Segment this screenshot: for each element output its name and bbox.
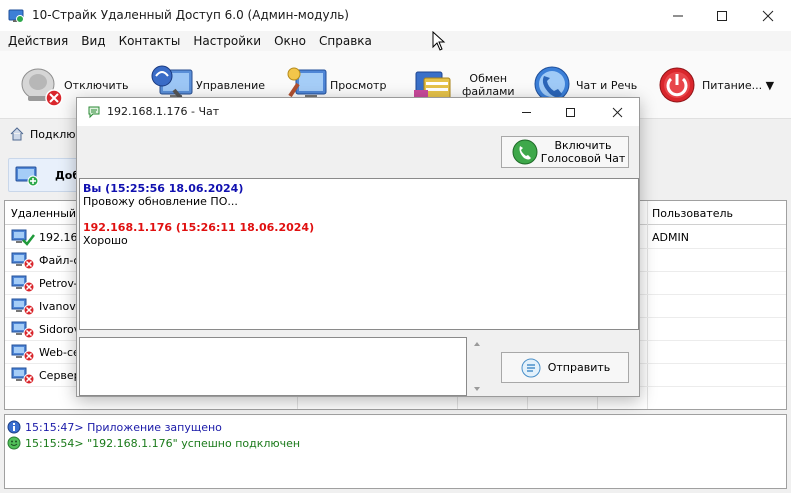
home-icon [10,127,24,141]
event-log: 15:15:47> Приложение запущено 15:15:54> … [4,414,787,489]
chat-input[interactable] [79,337,467,396]
minimize-icon [673,15,683,16]
send-button[interactable]: Отправить [501,352,629,383]
connections-label[interactable]: Подклю [30,128,76,141]
phone-icon [512,139,538,165]
maximize-button[interactable] [699,0,745,31]
chat-titlebar: 192.168.1.176 - Чат [77,98,639,126]
offline-computer-icon [11,298,35,316]
connected-computer-icon [11,229,35,247]
window-title: 10-Страйк Удаленный Доступ 6.0 (Админ-мо… [32,8,349,22]
row-name: Ivanov- [39,300,80,313]
row-user: ADMIN [652,231,689,244]
menu-help[interactable]: Справка [319,34,372,48]
power-label: Питание... ▼ [702,78,775,92]
minimize-icon [521,111,531,113]
maximize-icon [565,107,575,117]
file-exchange-label: Обмен файлами [462,72,515,98]
voice-chat-label: Включить Голосовой Чат [538,139,628,165]
voice-chat-label-line2: Голосовой Чат [540,152,626,165]
menu-contacts[interactable]: Контакты [119,34,181,48]
log-text: 15:15:47> Приложение запущено [25,420,222,434]
maximize-icon [717,10,727,21]
view-label: Просмотр [330,78,387,92]
column-header-user[interactable]: Пользователь [652,207,733,220]
disconnect-label: Отключить [64,78,129,92]
info-icon [7,420,21,434]
chat-history: Вы (15:25:56 18.06.2024) Провожу обновле… [79,178,639,330]
chat-minimize-button[interactable] [504,98,548,126]
menu-settings[interactable]: Настройки [193,34,261,48]
close-icon [762,10,774,21]
power-icon [656,62,702,108]
app-icon [8,8,24,24]
menu-view[interactable]: Вид [81,34,105,48]
menu-bar: Действия Вид Контакты Настройки Окно Спр… [0,31,791,51]
message-header: Вы (15:25:56 18.06.2024) [83,182,244,195]
main-titlebar: 10-Страйк Удаленный Доступ 6.0 (Админ-мо… [0,0,791,31]
minimize-button[interactable] [655,0,701,31]
chat-close-button[interactable] [595,98,639,126]
chat-input-scrollbar[interactable] [469,337,485,396]
close-icon [612,107,622,117]
offline-computer-icon [11,275,35,293]
chat-dialog: 192.168.1.176 - Чат Включить Голосовой Ч… [76,97,640,397]
disconnect-icon [18,62,64,108]
send-message-icon [521,358,541,377]
menu-actions[interactable]: Действия [8,34,68,48]
control-label: Управление [196,78,266,92]
log-entry: 15:15:47> Приложение запущено [7,420,222,434]
chat-bubble-icon [87,105,101,119]
offline-computer-icon [11,321,35,339]
log-entry: 15:15:54> "192.168.1.176" успешно подклю… [7,436,300,450]
close-button[interactable] [745,0,791,31]
row-name: Сервер [39,369,81,382]
message-body: Провожу обновление ПО... [83,195,238,208]
send-label: Отправить [547,361,611,374]
menu-window[interactable]: Окно [274,34,306,48]
chat-voice-label: Чат и Речь [576,78,638,92]
voice-chat-label-line1: Включить [554,139,612,152]
add-computer-icon [15,165,39,187]
chat-maximize-button[interactable] [548,98,592,126]
offline-computer-icon [11,344,35,362]
power-button[interactable]: Питание... ▼ [656,57,774,113]
add-connection-button[interactable]: Доб [8,158,80,192]
mouse-cursor-icon [432,30,446,51]
offline-computer-icon [11,367,35,385]
log-text: 15:15:54> "192.168.1.176" успешно подклю… [25,436,301,450]
enable-voice-chat-button[interactable]: Включить Голосовой Чат [501,136,629,168]
file-exchange-label-line1: Обмен [469,72,508,85]
message-body: Хорошо [83,234,128,247]
message-header: 192.168.1.176 (15:26:11 18.06.2024) [83,221,315,234]
chat-title: 192.168.1.176 - Чат [107,105,220,118]
offline-computer-icon [11,252,35,270]
smile-icon [7,436,21,450]
